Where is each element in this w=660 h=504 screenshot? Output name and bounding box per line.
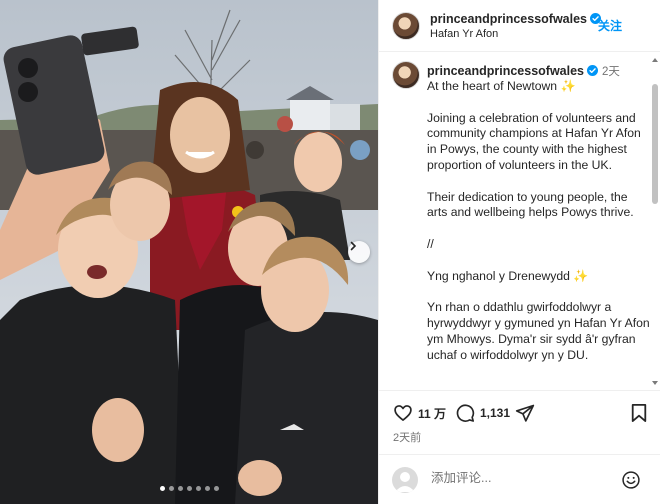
comment-box	[379, 454, 660, 504]
comment-input[interactable]	[431, 471, 611, 485]
photo-scene	[0, 0, 378, 504]
emoji-icon	[622, 471, 640, 489]
caption-paragraph: Yn rhan o ddathlu gwirfoddolwyr a hyrwyd…	[427, 300, 650, 362]
bookmark-icon	[631, 404, 647, 422]
profile-avatar[interactable]	[392, 12, 420, 40]
share-button[interactable]	[515, 403, 535, 423]
carousel-dot[interactable]	[204, 486, 210, 491]
emoji-button[interactable]	[621, 470, 641, 495]
header-username[interactable]: princeandprincessofwales	[430, 12, 587, 26]
header-username-link[interactable]: princeandprincessofwales	[430, 12, 602, 26]
carousel-dot[interactable]	[195, 486, 201, 491]
post-actions: 11 万 1,131	[379, 390, 660, 438]
caption-username[interactable]: princeandprincessofwales	[427, 64, 584, 78]
comment-icon	[456, 404, 475, 422]
comment-button[interactable]: 1,131	[455, 403, 510, 423]
caption-scrollbar[interactable]	[652, 58, 658, 385]
like-button[interactable]: 11 万	[393, 403, 446, 423]
default-avatar-icon	[395, 472, 415, 492]
post-side-panel: princeandprincessofwales 关注 Hafan Yr Afo…	[378, 0, 660, 504]
caption-text: At the heart of Newtown ✨ Joining a cele…	[427, 79, 651, 379]
like-count[interactable]: 11 万	[418, 405, 446, 422]
caption-time-ago[interactable]: 2天	[602, 66, 620, 78]
location-link[interactable]: Hafan Yr Afon	[430, 28, 498, 40]
scrollbar-thumb[interactable]	[652, 84, 658, 204]
carousel-next-button[interactable]	[348, 241, 370, 263]
chevron-right-icon	[350, 241, 357, 251]
follow-button[interactable]: 关注	[598, 17, 622, 34]
scroll-down-arrow[interactable]	[652, 381, 658, 385]
carousel-dots	[0, 486, 378, 491]
carousel-dot[interactable]	[213, 486, 219, 491]
post-photo[interactable]	[0, 0, 378, 504]
caption-paragraph: Their dedication to young people, the ar…	[427, 189, 634, 220]
caption-area[interactable]: princeandprincessofwales 2天 At the heart …	[379, 53, 660, 388]
save-button[interactable]	[630, 403, 648, 428]
posted-time[interactable]: 2天前	[393, 429, 421, 445]
carousel-dot[interactable]	[186, 486, 192, 491]
heart-icon	[394, 405, 412, 421]
caption-username-line: princeandprincessofwales 2天	[427, 63, 620, 79]
caption-avatar[interactable]	[392, 61, 420, 89]
caption-paragraph: //	[427, 236, 434, 251]
carousel-dot[interactable]	[177, 486, 183, 491]
comment-count[interactable]: 1,131	[480, 406, 510, 420]
scroll-up-arrow[interactable]	[652, 58, 658, 62]
verified-badge-icon	[587, 65, 599, 76]
carousel-dot[interactable]	[159, 486, 165, 491]
carousel-dot[interactable]	[168, 486, 174, 491]
caption-paragraph: At the heart of Newtown ✨	[427, 79, 576, 93]
share-icon	[515, 404, 535, 422]
post-header: princeandprincessofwales 关注 Hafan Yr Afo…	[379, 0, 660, 52]
user-avatar	[392, 467, 418, 493]
caption-paragraph: Yng nghanol y Drenewydd ✨	[427, 268, 589, 283]
caption-paragraph: Joining a celebration of volunteers and …	[427, 110, 641, 172]
